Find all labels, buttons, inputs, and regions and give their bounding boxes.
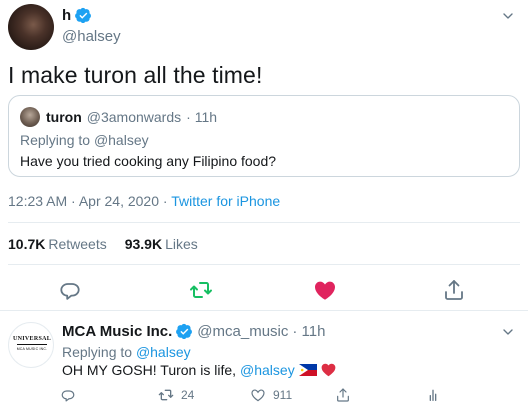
quoted-replying-to: Replying to @halsey <box>20 132 149 148</box>
red-heart-icon <box>321 363 336 377</box>
analytics-icon[interactable] <box>425 387 441 403</box>
tweet-timestamp: 12:23 AM · Apr 24, 2020 · Twitter for iP… <box>8 193 280 209</box>
philippines-flag-icon <box>298 364 317 376</box>
reply-retweet-action[interactable]: 24 <box>158 387 194 403</box>
reply-author-name[interactable]: MCA Music Inc. <box>62 323 172 340</box>
timestamp-link[interactable]: 12:23 AM · Apr 24, 2020 <box>8 193 159 209</box>
reply-header: MCA Music Inc. @mca_music · 11h <box>62 323 325 340</box>
tweet-stats: 10.7K Retweets 93.9K Likes <box>8 236 198 252</box>
retweets-label: Retweets <box>48 236 107 252</box>
avatar-logo-subtext: MCA MUSIC INC. <box>16 347 48 351</box>
reply-icon[interactable] <box>60 387 76 403</box>
reply-body: OH MY GOSH! Turon is life, <box>62 362 237 378</box>
author-name-row: h <box>62 7 92 24</box>
chevron-down-icon[interactable] <box>500 324 516 340</box>
quoted-replying-handle: @halsey <box>93 132 149 148</box>
reply-reply-action[interactable] <box>60 387 76 403</box>
tweet-text: I make turon all the time! <box>8 62 263 88</box>
reply-analytics-action[interactable] <box>425 387 441 403</box>
reply-author-handle[interactable]: @mca_music <box>197 323 288 340</box>
tweet-source-link[interactable]: Twitter for iPhone <box>171 193 280 209</box>
share-icon[interactable] <box>335 387 351 403</box>
verified-badge-icon <box>176 323 193 340</box>
quoted-replying-prefix: Replying to <box>20 132 91 148</box>
retweets-count: 10.7K <box>8 236 46 252</box>
avatar[interactable]: UNIVERSAL MCA MUSIC INC. <box>8 322 54 368</box>
reply-retweet-count: 24 <box>181 388 195 402</box>
reply-actions: 24 911 <box>0 387 528 403</box>
quoted-author-handle: @3amonwards <box>86 109 182 125</box>
quoted-avatar[interactable] <box>20 107 40 127</box>
share-icon[interactable] <box>442 278 466 302</box>
timestamp-separator: · <box>159 193 172 209</box>
reply-replying-handle[interactable]: @halsey <box>136 344 191 360</box>
likes-count: 93.9K <box>124 236 163 252</box>
chevron-down-icon[interactable] <box>500 8 516 24</box>
likes-label: Likes <box>165 236 198 252</box>
retweets-stat[interactable]: 10.7K Retweets <box>8 236 107 252</box>
reply-mention[interactable]: @halsey <box>240 362 295 378</box>
avatar-logo-text: UNIVERSAL <box>13 336 52 342</box>
quoted-header: turon @3amonwards · 11h <box>46 109 217 125</box>
divider <box>0 310 528 311</box>
verified-badge-icon <box>75 7 92 24</box>
retweet-icon[interactable] <box>158 387 174 403</box>
like-icon[interactable] <box>313 278 337 302</box>
reply-time[interactable]: · 11h <box>292 323 325 340</box>
quoted-time: · 11h <box>186 109 218 125</box>
quoted-text: Have you tried cooking any Filipino food… <box>20 153 277 169</box>
tweet-actions <box>0 278 528 302</box>
author-handle[interactable]: @halsey <box>62 28 121 45</box>
quoted-author-name: turon <box>46 109 82 125</box>
reply-replying-to: Replying to @halsey <box>62 344 191 360</box>
quoted-tweet[interactable]: turon @3amonwards · 11h Replying to @hal… <box>8 95 520 177</box>
avatar-logo-rule <box>17 344 47 345</box>
reply-like-action[interactable]: 911 <box>250 387 292 403</box>
reply-text: OH MY GOSH! Turon is life, @halsey <box>62 362 336 378</box>
reply-icon[interactable] <box>58 278 82 302</box>
reply-replying-prefix: Replying to <box>62 344 133 360</box>
like-icon[interactable] <box>250 387 266 403</box>
divider <box>8 264 520 265</box>
divider <box>8 222 520 223</box>
reply-share-action[interactable] <box>335 387 351 403</box>
likes-stat[interactable]: 93.9K Likes <box>125 236 198 252</box>
reply-like-count: 911 <box>273 388 293 402</box>
retweet-icon[interactable] <box>189 278 213 302</box>
avatar[interactable] <box>8 4 54 50</box>
author-name[interactable]: h <box>62 7 71 24</box>
